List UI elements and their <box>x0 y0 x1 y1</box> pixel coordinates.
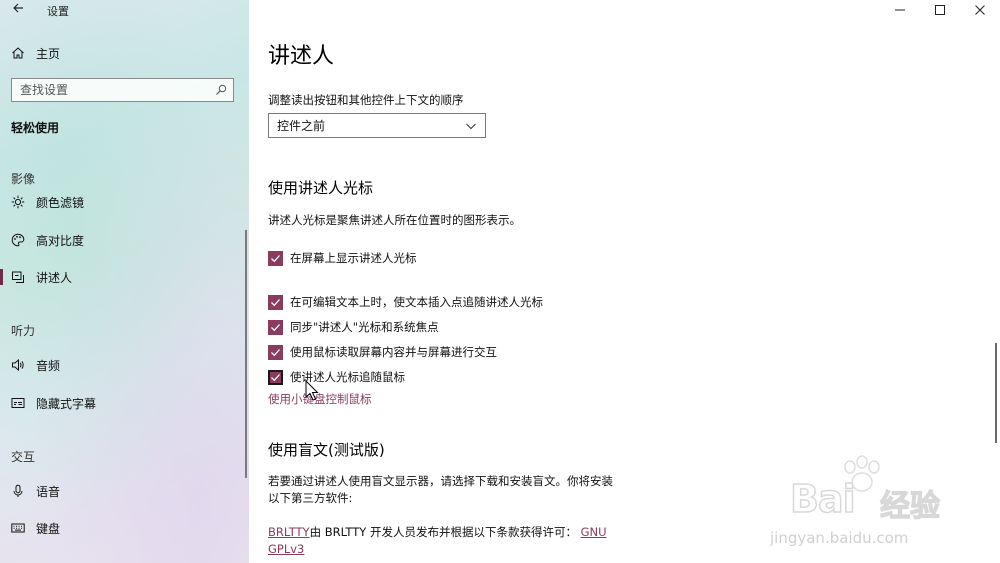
checkbox[interactable] <box>268 250 283 266</box>
sidebar-item-label: 键盘 <box>36 521 61 536</box>
section-title-hearing: 听力 <box>11 324 36 338</box>
reading-order-dropdown[interactable]: 控件之前 <box>268 113 486 138</box>
checkbox-sync-focus[interactable]: 同步"讲述人"光标和系统焦点 <box>268 318 439 336</box>
maximize-icon <box>935 5 945 15</box>
sidebar-item-label: 颜色滤镜 <box>36 195 85 210</box>
numpad-mouse-link[interactable]: 使用小键盘控制鼠标 <box>268 391 372 407</box>
checkmark-icon <box>271 254 280 262</box>
caption-icon <box>11 396 25 410</box>
sidebar-item-high-contrast[interactable]: 高对比度 <box>0 224 249 256</box>
category-title: 轻松使用 <box>11 121 60 135</box>
checkbox[interactable] <box>268 319 283 335</box>
sidebar-item-label: 高对比度 <box>36 233 85 248</box>
main-content: 讲述人 调整读出按钮和其他控件上下文的顺序 控件之前 使用讲述人光标 讲述人光标… <box>249 0 1000 563</box>
checkbox-mouse-read[interactable]: 使用鼠标读取屏幕内容并与屏幕进行交互 <box>268 343 497 361</box>
narrator-icon <box>11 270 25 284</box>
sidebar-item-home[interactable]: 主页 <box>0 37 249 69</box>
reading-order-label: 调整读出按钮和其他控件上下文的顺序 <box>268 93 464 107</box>
checkmark-icon <box>271 348 280 356</box>
main-scrollbar[interactable] <box>995 343 997 443</box>
settings-window: 设置 主页 轻松使用 影像 颜色滤镜 <box>0 0 1000 563</box>
sidebar-item-label: 主页 <box>36 46 61 61</box>
brltty-link[interactable]: BRLTTY <box>268 525 310 539</box>
braille-license: BRLTTY由 BRLTTY 开发人员发布并根据以下条款获得许可： GNU GP… <box>268 524 613 558</box>
sidebar-item-label: 语音 <box>36 484 61 499</box>
minimize-button[interactable] <box>880 0 920 20</box>
braille-description: 若要通过讲述人使用盲文显示器，请选择下载和安装盲文。你将安装以下第三方软件: <box>268 474 613 505</box>
chevron-down-icon <box>466 123 476 129</box>
titlebar-left: 设置 <box>0 0 249 22</box>
checkbox[interactable] <box>268 369 283 385</box>
sidebar-item-label: 音频 <box>36 358 61 373</box>
window-controls <box>880 0 1000 22</box>
sidebar-item-speech[interactable]: 语音 <box>0 475 249 507</box>
minimize-icon <box>895 9 905 11</box>
maximize-button[interactable] <box>920 0 960 20</box>
back-button[interactable] <box>8 2 28 18</box>
checkbox[interactable] <box>268 294 283 310</box>
sidebar-item-label: 讲述人 <box>36 270 73 285</box>
section-title-vision: 影像 <box>11 172 36 186</box>
search-icon[interactable] <box>215 84 227 96</box>
sidebar-item-color-filters[interactable]: 颜色滤镜 <box>0 186 249 218</box>
close-icon <box>975 5 985 15</box>
sidebar-item-label: 隐藏式字幕 <box>36 396 97 411</box>
sun-icon <box>11 195 25 209</box>
sidebar-scrollbar[interactable] <box>245 230 247 478</box>
checkmark-icon <box>271 323 280 331</box>
checkbox-show-cursor[interactable]: 在屏幕上显示讲述人光标 <box>268 249 417 267</box>
search-input[interactable] <box>12 79 218 101</box>
checkmark-icon <box>271 373 280 381</box>
sidebar-item-keyboard[interactable]: 键盘 <box>0 512 249 544</box>
app-title: 设置 <box>47 5 69 18</box>
checkbox[interactable] <box>268 344 283 360</box>
page-title: 讲述人 <box>268 44 335 69</box>
mouse-cursor-icon <box>305 380 319 401</box>
close-button[interactable] <box>960 0 1000 20</box>
cursor-section-heading: 使用讲述人光标 <box>268 179 374 197</box>
sidebar: 设置 主页 轻松使用 影像 颜色滤镜 <box>0 0 249 563</box>
keyboard-icon <box>11 521 25 535</box>
checkmark-icon <box>271 298 280 306</box>
checkbox-label: 在屏幕上显示讲述人光标 <box>290 251 417 265</box>
sidebar-item-audio[interactable]: 音频 <box>0 349 249 381</box>
checkbox-label: 同步"讲述人"光标和系统焦点 <box>290 320 439 334</box>
checkbox-label: 在可编辑文本上时，使文本插入点追随讲述人光标 <box>290 295 543 309</box>
search-box[interactable] <box>11 78 234 102</box>
checkbox-follow-mouse[interactable]: 使讲述人光标追随鼠标 <box>268 368 405 386</box>
sidebar-item-captions[interactable]: 隐藏式字幕 <box>0 387 249 419</box>
home-icon <box>11 46 25 60</box>
speaker-icon <box>11 358 25 372</box>
license-text: 由 BRLTTY 开发人员发布并根据以下条款获得许可： <box>309 525 577 539</box>
microphone-icon <box>11 484 25 498</box>
checkbox-label: 使用鼠标读取屏幕内容并与屏幕进行交互 <box>290 345 497 359</box>
section-title-interaction: 交互 <box>11 450 36 464</box>
sidebar-item-narrator[interactable]: 讲述人 <box>0 261 249 293</box>
cursor-section-description: 讲述人光标是聚焦讲述人所在位置时的图形表示。 <box>268 213 521 227</box>
braille-section-heading: 使用盲文(测试版) <box>268 441 385 459</box>
checkbox-text-insertion[interactable]: 在可编辑文本上时，使文本插入点追随讲述人光标 <box>268 293 543 311</box>
palette-icon <box>11 233 25 247</box>
back-arrow-icon <box>13 3 23 13</box>
dropdown-value: 控件之前 <box>277 119 326 133</box>
